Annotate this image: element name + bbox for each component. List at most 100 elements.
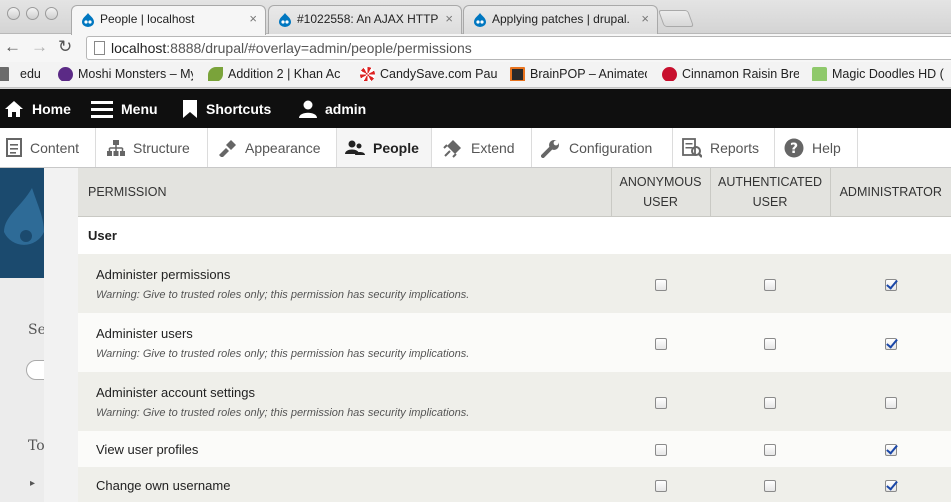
authenticated-checkbox[interactable]	[764, 480, 776, 493]
page-icon	[94, 41, 105, 55]
toolbar-home[interactable]: Home	[4, 89, 71, 128]
table-row: Administer users Warning: Give to trusted…	[78, 313, 951, 372]
administrator-checkbox[interactable]	[884, 480, 897, 493]
authenticated-cell	[710, 254, 830, 313]
bookmark-brainpop[interactable]: BrainPOP – Animated	[510, 67, 647, 81]
tray-label: Configuration	[569, 139, 653, 156]
administrator-checkbox[interactable]	[884, 278, 897, 291]
minimize-window-button[interactable]	[26, 7, 39, 20]
tray-item-configuration[interactable]: Configuration	[532, 128, 673, 167]
authenticated-cell	[710, 431, 830, 467]
structure-icon	[107, 139, 125, 156]
tray-item-appearance[interactable]: Appearance	[208, 128, 337, 167]
browser-tab-ajax[interactable]: #1022558: An AJAX HTTP ×	[268, 5, 462, 34]
bookmark-magic-doodles[interactable]: Magic Doodles HD (	[812, 67, 951, 81]
tab-label: Applying patches | drupal.	[492, 12, 630, 26]
permission-cell: Change own username	[78, 467, 611, 502]
authenticated-checkbox[interactable]	[764, 337, 776, 350]
zoom-window-button[interactable]	[45, 7, 58, 20]
new-tab-button[interactable]	[657, 10, 695, 27]
back-arrow-icon[interactable]: ←	[4, 37, 21, 57]
tab-label: People | localhost	[100, 12, 195, 26]
svg-text:?: ?	[790, 141, 798, 157]
anonymous-checkbox[interactable]	[654, 444, 667, 457]
column-header-administrator: ADMINISTRATOR	[829, 168, 951, 217]
admin-overlay: PERMISSION ANONYMOUS USER AUTHENTICATED …	[44, 168, 951, 502]
toolbar-user[interactable]: admin	[299, 89, 366, 128]
tray-item-people[interactable]: People	[337, 128, 432, 167]
table-row: Change own username	[78, 467, 951, 502]
tab-close-icon[interactable]: ×	[641, 11, 649, 26]
people-icon	[345, 140, 365, 156]
toolbar-menu[interactable]: Menu	[91, 89, 158, 128]
user-icon	[299, 100, 317, 118]
anonymous-checkbox[interactable]	[654, 278, 667, 291]
authenticated-cell	[710, 467, 830, 502]
bookmark-moshi[interactable]: Moshi Monsters – My	[58, 67, 193, 81]
bookmark-cinnamon[interactable]: Cinnamon Raisin Bre	[662, 67, 799, 81]
administrator-cell	[830, 372, 951, 431]
forward-arrow-icon[interactable]: →	[31, 37, 48, 57]
permission-cell: View user profiles	[78, 431, 611, 467]
administrator-checkbox[interactable]	[884, 396, 897, 409]
shortcuts-label: Shortcuts	[206, 100, 272, 117]
column-header-permission: PERMISSION	[78, 168, 611, 217]
column-header-anonymous: ANONYMOUS USER	[610, 168, 710, 217]
background-arrow-icon: ▸	[30, 478, 36, 489]
browser-tab-people[interactable]: People | localhost ×	[71, 5, 266, 35]
tab-close-icon[interactable]: ×	[249, 11, 257, 26]
authenticated-checkbox[interactable]	[764, 444, 776, 457]
authenticated-checkbox[interactable]	[764, 278, 776, 291]
bookmark-edu[interactable]: edu	[0, 67, 48, 81]
header-line: USER	[752, 194, 788, 209]
anonymous-checkbox[interactable]	[654, 396, 667, 409]
administrator-checkbox[interactable]	[884, 337, 897, 350]
anonymous-cell	[611, 467, 710, 502]
bookmark-khan[interactable]: Addition 2 | Khan Ac	[208, 67, 348, 81]
url-path: :8888/drupal/#overlay=admin/people/permi…	[166, 40, 472, 56]
tray-label: People	[373, 139, 419, 156]
tray-label: Extend	[471, 139, 515, 156]
reports-icon	[682, 137, 702, 158]
bookmark-candysave[interactable]: CandySave.com Paul	[360, 67, 498, 81]
permission-title: Change own username	[96, 477, 231, 493]
authenticated-cell	[710, 313, 830, 372]
anonymous-checkbox[interactable]	[654, 480, 667, 493]
tray-item-reports[interactable]: Reports	[673, 128, 775, 167]
tray-item-extend[interactable]: Extend	[432, 128, 532, 167]
drupal-toolbar: Home Menu Shortcuts admin	[0, 89, 951, 128]
wrench-icon	[541, 138, 561, 158]
close-window-button[interactable]	[7, 7, 20, 20]
authenticated-checkbox[interactable]	[764, 396, 776, 409]
browser-tab-patches[interactable]: Applying patches | drupal. ×	[463, 5, 658, 34]
table-row: Administer permissions Warning: Give to t…	[78, 254, 951, 313]
tray-item-help[interactable]: ? Help	[775, 128, 858, 167]
permission-cell: Administer users Warning: Give to trusted…	[78, 313, 611, 372]
food-icon	[662, 67, 677, 81]
reload-icon[interactable]: ↻	[58, 37, 72, 57]
administrator-cell	[830, 431, 951, 467]
bookmark-label: Magic Doodles HD (	[832, 67, 944, 81]
administrator-checkbox[interactable]	[884, 444, 897, 457]
anonymous-cell	[611, 313, 710, 372]
tray-item-content[interactable]: Content	[0, 128, 96, 167]
permission-cell: Administer permissions Warning: Give to t…	[78, 254, 611, 313]
tab-close-icon[interactable]: ×	[445, 11, 453, 26]
authenticated-cell	[710, 372, 830, 431]
permission-title: Administer users	[96, 325, 193, 341]
administrator-cell	[830, 254, 951, 313]
address-bar[interactable]: localhost:8888/drupal/#overlay=admin/peo…	[86, 36, 951, 60]
moshi-icon	[58, 67, 73, 81]
tray-item-structure[interactable]: Structure	[96, 128, 208, 167]
drupal-favicon-icon	[279, 13, 291, 27]
toolbar-shortcuts[interactable]: Shortcuts	[182, 89, 271, 128]
tab-label: #1022558: An AJAX HTTP	[297, 12, 439, 26]
content-icon	[6, 138, 22, 157]
bookmark-label: Addition 2 | Khan Ac	[228, 67, 341, 81]
bookmark-label: BrainPOP – Animated	[530, 67, 647, 81]
permission-warning: Warning: Give to trusted roles only; thi…	[96, 406, 470, 419]
header-line: ANONYMOUS	[619, 174, 702, 189]
anonymous-cell	[611, 254, 710, 313]
anonymous-checkbox[interactable]	[654, 337, 667, 350]
leaf-icon	[208, 67, 223, 81]
